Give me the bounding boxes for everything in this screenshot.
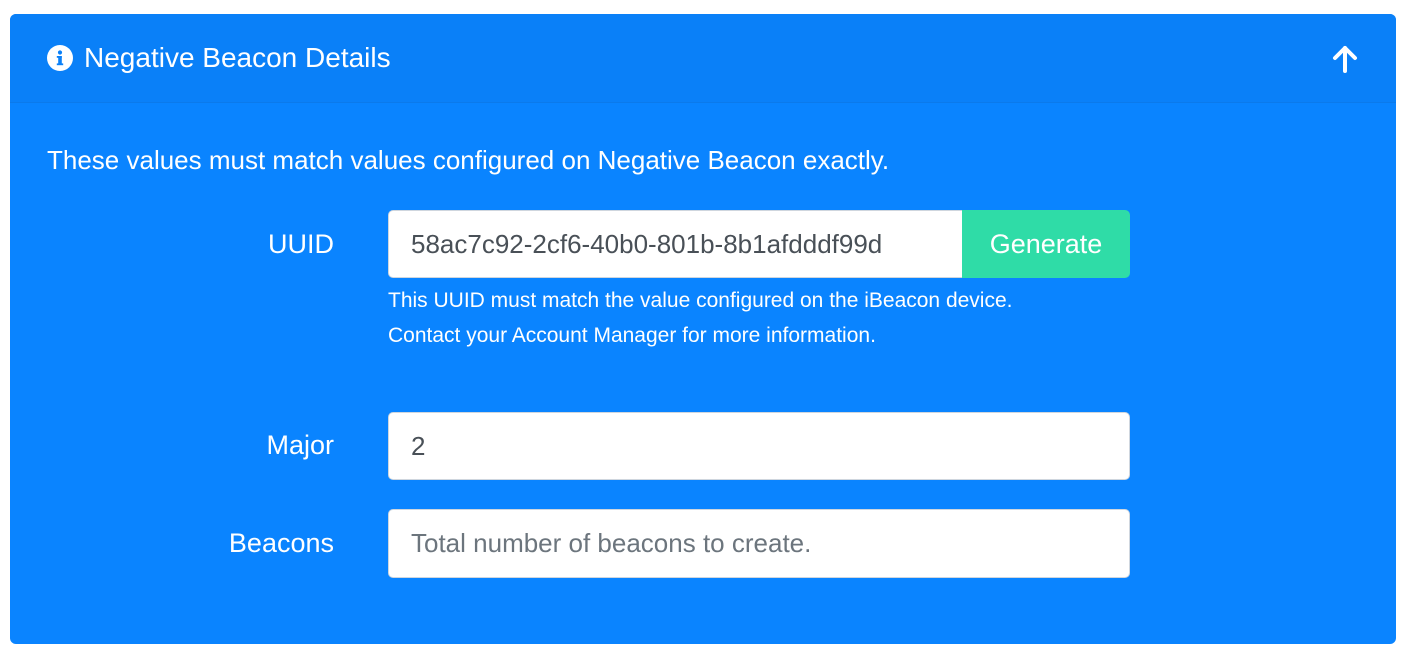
arrow-up-icon[interactable] xyxy=(1331,45,1359,73)
beacon-details-panel: Negative Beacon Details These values mus… xyxy=(10,14,1396,644)
beacons-input[interactable] xyxy=(388,509,1130,578)
generate-button[interactable]: Generate xyxy=(962,210,1130,278)
major-input[interactable] xyxy=(388,412,1130,480)
intro-text: These values must match values configure… xyxy=(47,145,890,175)
panel-title: Negative Beacon Details xyxy=(84,42,391,73)
info-circle-icon xyxy=(47,45,73,71)
uuid-help-text-line-2: Contact your Account Manager for more in… xyxy=(388,324,876,347)
uuid-label: UUID xyxy=(268,229,334,259)
panel-header[interactable]: Negative Beacon Details xyxy=(10,14,1396,103)
uuid-help-text-line-1: This UUID must match the value configure… xyxy=(388,289,1013,312)
collapse-button[interactable] xyxy=(1328,42,1362,76)
major-label: Major xyxy=(266,430,334,460)
uuid-input[interactable] xyxy=(388,210,964,278)
beacons-label: Beacons xyxy=(228,528,334,558)
